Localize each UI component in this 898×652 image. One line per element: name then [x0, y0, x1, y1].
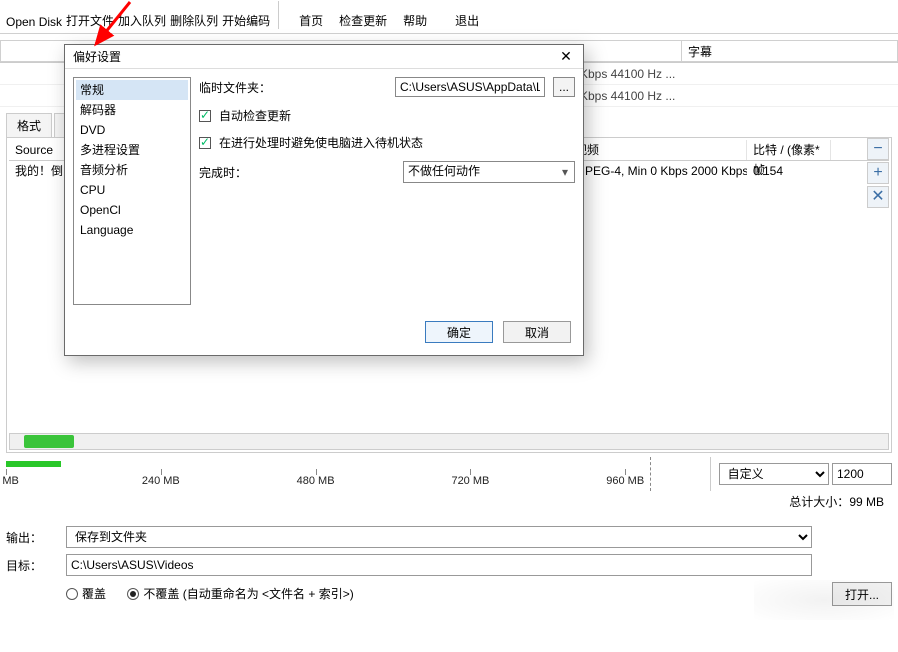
ruler-tick: 240 MB: [142, 475, 180, 487]
delete-queue-button[interactable]: 删除队列: [170, 0, 218, 29]
dialog-titlebar[interactable]: 偏好设置 ✕: [65, 45, 583, 69]
exit-label: 退出: [455, 12, 479, 29]
pref-item-dvd[interactable]: DVD: [76, 120, 188, 140]
pref-item-language[interactable]: Language: [76, 220, 188, 240]
main-toolbar: Open Disk 打开文件 加入队列 删除队列 开始编码 首页 检查更新 帮助…: [0, 0, 898, 34]
check-update-button[interactable]: 检查更新: [339, 0, 387, 29]
file-icon: [85, 0, 95, 10]
minus-icon: [189, 0, 199, 10]
ruler-tick: 480 MB: [297, 475, 335, 487]
help-button[interactable]: 帮助: [391, 0, 439, 29]
start-encode-label: 开始编码: [222, 12, 270, 29]
target-path-input[interactable]: [66, 554, 812, 576]
radio-icon: [66, 588, 78, 600]
pref-item-opencl[interactable]: OpenCl: [76, 200, 188, 220]
pref-item-audio[interactable]: 音频分析: [76, 160, 188, 180]
overwrite-radio-label: 覆盖: [82, 585, 106, 602]
open-disk-button[interactable]: Open Disk: [6, 3, 62, 29]
refresh-icon: [358, 0, 368, 10]
home-label: 首页: [299, 12, 323, 29]
dialog-cancel-button[interactable]: 取消: [503, 321, 571, 343]
target-label: 目标：: [6, 557, 56, 574]
no-overwrite-radio-label: 不覆盖 (自动重命名为 <文件名 + 索引>): [143, 585, 353, 602]
output-mode-select[interactable]: 保存到文件夹: [66, 526, 812, 548]
plus-icon: [137, 0, 147, 10]
open-file-button[interactable]: 打开文件: [66, 0, 114, 29]
add-queue-label: 加入队列: [118, 12, 166, 29]
help-label: 帮助: [403, 12, 427, 29]
open-file-label: 打开文件: [66, 12, 114, 29]
size-preset-select[interactable]: 自定义: [719, 463, 829, 485]
play-icon: [241, 0, 251, 10]
pref-item-general[interactable]: 常规: [76, 80, 188, 100]
pref-item-decoder[interactable]: 解码器: [76, 100, 188, 120]
dialog-close-button[interactable]: ✕: [557, 48, 575, 66]
preferences-category-list: 常规 解码器 DVD 多进程设置 音频分析 CPU OpenCl Languag…: [73, 77, 191, 305]
ruler-tick: 720 MB: [451, 475, 489, 487]
dialog-ok-button[interactable]: 确定: [425, 321, 493, 343]
size-bar: [6, 461, 61, 467]
pref-item-multiproc[interactable]: 多进程设置: [76, 140, 188, 160]
temp-folder-browse-button[interactable]: ...: [553, 77, 575, 97]
remove-source-button[interactable]: −: [867, 138, 889, 160]
overwrite-radio[interactable]: 覆盖: [66, 585, 106, 602]
output-section: 输出： 保存到文件夹 目标： 覆盖 不覆盖 (自动重命名为 <文件名 + 索引>…: [6, 526, 892, 606]
close-source-button[interactable]: ✕: [867, 186, 889, 208]
prevent-sleep-checkbox[interactable]: [199, 137, 211, 149]
add-source-button[interactable]: +: [867, 162, 889, 184]
dialog-title: 偏好设置: [73, 45, 121, 69]
total-size: 总计大小：99 MB: [0, 493, 884, 510]
no-overwrite-radio[interactable]: 不覆盖 (自动重命名为 <文件名 + 索引>): [127, 585, 353, 602]
temp-folder-label: 临时文件夹：: [199, 79, 279, 96]
auto-update-checkbox[interactable]: [199, 110, 211, 122]
open-disk-label: Open Disk: [6, 15, 62, 29]
size-ruler-row: 0 MB 240 MB 480 MB 720 MB 960 MB 自定义: [6, 457, 892, 491]
toolbar-separator: [278, 1, 279, 29]
source-cell-bitrate: 0.154: [747, 161, 831, 181]
temp-folder-input[interactable]: [395, 77, 545, 97]
queue-col-subtitle[interactable]: 字幕: [682, 40, 898, 62]
ruler-tick: 960 MB: [606, 475, 644, 487]
delete-queue-label: 删除队列: [170, 12, 218, 29]
size-target-marker[interactable]: [650, 457, 651, 491]
on-done-label: 完成时：: [199, 164, 279, 181]
source-col-bitrate[interactable]: 比特 / (像素*帧: [747, 140, 831, 160]
exit-icon: [462, 0, 472, 10]
preferences-dialog: 偏好设置 ✕ 常规 解码器 DVD 多进程设置 音频分析 CPU OpenCl …: [64, 44, 584, 356]
source-col-video[interactable]: 视频: [569, 140, 747, 160]
source-side-buttons: − + ✕: [867, 138, 889, 208]
dialog-footer: 确定 取消: [65, 313, 583, 355]
size-ruler[interactable]: 0 MB 240 MB 480 MB 720 MB 960 MB: [6, 457, 711, 491]
scroll-thumb[interactable]: [24, 435, 74, 448]
output-label: 输出：: [6, 529, 56, 546]
source-hscroll[interactable]: [9, 433, 889, 450]
size-value-input[interactable]: [832, 463, 892, 485]
home-button[interactable]: 首页: [287, 0, 335, 29]
pref-item-cpu[interactable]: CPU: [76, 180, 188, 200]
tab-format[interactable]: 格式: [6, 113, 52, 137]
auto-update-label: 自动检查更新: [219, 107, 291, 124]
preferences-form: 临时文件夹： ... 自动检查更新 在进行处理时避免使电脑进入待机状态 完成时：…: [199, 77, 575, 305]
open-folder-button[interactable]: 打开...: [832, 582, 892, 606]
prevent-sleep-label: 在进行处理时避免使电脑进入待机状态: [219, 134, 423, 151]
disk-icon: [29, 3, 39, 13]
exit-button[interactable]: 退出: [443, 0, 491, 29]
size-controls: 自定义: [719, 463, 892, 485]
on-done-select[interactable]: 不做任何动作: [403, 161, 575, 183]
check-update-label: 检查更新: [339, 12, 387, 29]
help-icon: [410, 0, 420, 10]
home-icon: [306, 0, 316, 10]
start-encode-button[interactable]: 开始编码: [222, 0, 270, 29]
source-cell-video: MPEG-4, Min 0 Kbps 2000 Kbps Max ...: [569, 161, 747, 181]
radio-icon: [127, 588, 139, 600]
add-queue-button[interactable]: 加入队列: [118, 0, 166, 29]
ruler-tick: 0 MB: [0, 475, 19, 487]
